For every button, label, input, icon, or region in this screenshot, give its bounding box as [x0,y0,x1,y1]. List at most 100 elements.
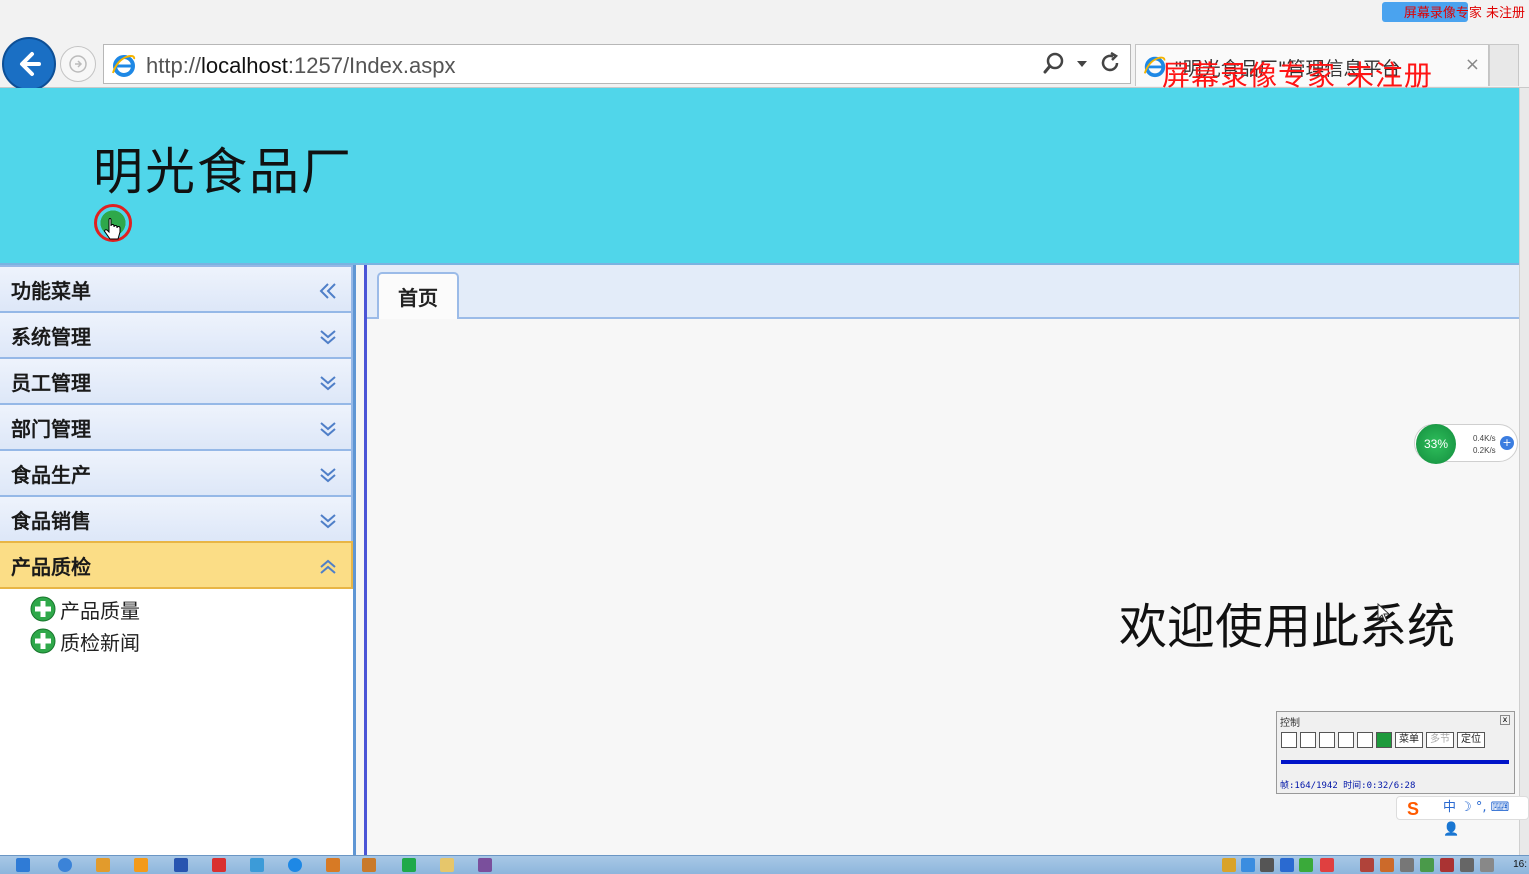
sidebar-item-label: 员工管理 [11,370,91,395]
fullscreen-button[interactable] [1357,732,1373,748]
tab-home-label: 首页 [398,286,438,310]
sidebar-item-label: 部门管理 [11,416,91,441]
green-icon[interactable] [1376,732,1392,748]
tray-icon[interactable] [1360,858,1374,872]
sidebar-item-production[interactable]: 食品生产 [0,449,353,497]
start-icon[interactable] [16,858,30,872]
sidebar-header: 功能菜单 [0,265,353,313]
close-icon[interactable]: x [1500,715,1510,725]
back-button[interactable] [2,37,56,91]
next-button[interactable] [1319,732,1335,748]
taskbar-app-icon[interactable] [250,858,264,872]
page-title: 明光食品厂 [93,143,353,201]
quality-submenu: 产品质量 质检新闻 [0,589,353,657]
ime-toolbar[interactable]: S 中 ☽ °, ⌨ 👤 [1396,796,1529,837]
search-icon[interactable] [1042,51,1066,75]
chevron-down-icon [320,468,336,483]
upload-speed: 0.4K/s [1473,434,1496,443]
multi-button[interactable]: 多节 [1426,732,1454,748]
locate-button[interactable]: 定位 [1457,732,1485,748]
plus-icon[interactable]: + [1500,436,1514,450]
collapse-sidebar-icon[interactable] [317,280,339,302]
taskbar-app-icon[interactable] [212,858,226,872]
tray-icon[interactable] [1440,858,1454,872]
stop-button[interactable] [1300,732,1316,748]
url-text: http://localhost:1257/Index.aspx [146,53,456,78]
content-tabs: 首页 [367,265,1519,319]
taskbar-app-icon[interactable] [134,858,148,872]
taskbar-app-icon[interactable] [96,858,110,872]
tree-item-label: 产品质量 [60,598,140,623]
recorder-progress[interactable] [1281,760,1509,764]
hand-cursor-icon [104,218,121,240]
menu-button[interactable]: 菜单 [1395,732,1423,748]
sidebar-item-system[interactable]: 系统管理 [0,311,353,359]
tray-icon[interactable] [1380,858,1394,872]
chevron-down-icon [320,422,336,437]
chevron-down-icon [320,330,336,345]
chevron-up-icon [320,559,336,574]
plus-icon [30,596,56,622]
page-header: 明光食品厂 [0,88,1519,265]
tree-item-quality-news[interactable]: 质检新闻 [0,625,353,657]
taskbar-app-icon[interactable] [402,858,416,872]
sidebar-item-label: 食品销售 [11,508,91,533]
tray-icon[interactable] [1222,858,1236,872]
dropdown-icon[interactable] [1076,51,1088,75]
sidebar-item-label: 产品质检 [11,554,91,579]
tree-item-label: 质检新闻 [60,630,140,655]
pause-button[interactable] [1281,732,1297,748]
network-icon[interactable] [1460,858,1474,872]
sidebar-item-quality[interactable]: 产品质检 [0,541,353,589]
tray-icon[interactable] [1420,858,1434,872]
volume-icon[interactable] [1480,858,1494,872]
taskbar-clock[interactable]: 16: [1513,859,1527,870]
refresh-icon[interactable] [1098,51,1122,75]
sidebar-item-label: 食品生产 [11,462,91,487]
taskbar-app-icon[interactable] [288,858,302,872]
sidebar-item-sales[interactable]: 食品销售 [0,495,353,543]
sidebar-item-employees[interactable]: 员工管理 [0,357,353,405]
speaker-icon[interactable] [1400,858,1414,872]
recorder-control: 控制 x 菜单 多节 定位 帧:164/1942 时间:0:32/6:28 [1276,711,1515,794]
taskbar-app-icon[interactable] [362,858,376,872]
taskbar-app-icon[interactable] [58,858,72,872]
arrow-left-icon [20,52,41,76]
sogou-logo-icon: S [1407,799,1420,819]
arrow-cursor-icon [1377,603,1389,623]
tray-icon[interactable] [1241,858,1255,872]
screen: 屏幕录像专家 未注册 http://localhost:1257/Index.a… [0,0,1529,874]
watermark-top: 屏幕录像专家 未注册 [1403,6,1525,21]
sidebar-title: 功能菜单 [11,278,91,303]
ie-logo-icon [112,55,136,77]
recorder-info: 帧:164/1942 时间:0:32/6:28 [1280,781,1416,791]
tab-home[interactable]: 首页 [377,272,459,319]
taskbar-app-icon[interactable] [326,858,340,872]
tab-close-icon[interactable]: × [1465,54,1480,75]
tray-icon[interactable] [1280,858,1294,872]
new-tab-button[interactable] [1489,44,1519,86]
network-monitor[interactable]: 33% 0.4K/s 0.2K/s + [1414,424,1518,464]
address-bar[interactable]: http://localhost:1257/Index.aspx [103,44,1131,84]
sidebar-item-label: 系统管理 [11,324,91,349]
chevron-down-icon [320,514,336,529]
taskbar-app-icon[interactable] [174,858,188,872]
sidebar-item-departments[interactable]: 部门管理 [0,403,353,451]
taskbar-app-icon[interactable] [478,858,492,872]
plus-icon [30,628,56,654]
tray-icon[interactable] [1299,858,1313,872]
page-scrollbar[interactable] [1519,88,1529,855]
forward-button[interactable] [60,46,96,82]
taskbar-app-icon[interactable] [440,858,454,872]
tree-item-product-quality[interactable]: 产品质量 [0,593,353,625]
arrow-right-icon [69,55,87,73]
taskbar: 16: [0,855,1529,874]
chevron-down-icon [320,376,336,391]
welcome-text: 欢迎使用此系统 [1119,599,1456,655]
browser-toolbar: 屏幕录像专家 未注册 http://localhost:1257/Index.a… [0,0,1529,92]
window-button[interactable] [1338,732,1354,748]
tray-icon[interactable] [1260,858,1274,872]
sidebar: 功能菜单 系统管理 员工管理 部门管理 食品生产 食品销售 产品质检 产品质量 … [0,265,356,855]
recorder-buttons: 菜单 多节 定位 [1281,732,1485,748]
tray-icon[interactable] [1320,858,1334,872]
